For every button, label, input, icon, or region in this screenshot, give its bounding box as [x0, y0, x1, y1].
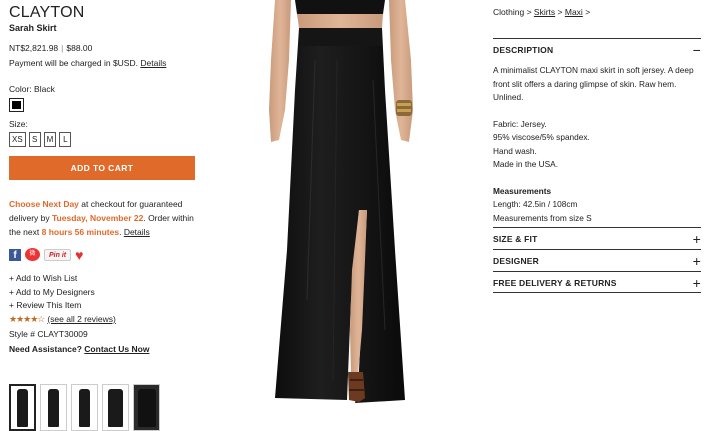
size-option-l[interactable]: L — [59, 132, 72, 147]
breadcrumb-separator: > — [526, 7, 532, 17]
product-image[interactable] — [255, 0, 425, 409]
style-number: Style # CLAYT30009 — [9, 328, 88, 339]
add-to-cart-button[interactable]: ADD TO CART — [9, 156, 195, 180]
heart-icon[interactable]: ♥ — [75, 248, 83, 262]
color-label: Color: Black — [9, 84, 55, 94]
description-header[interactable]: DESCRIPTION − — [493, 39, 701, 60]
thumbnail-4[interactable] — [102, 384, 129, 431]
swatch-fill — [12, 101, 21, 109]
description-intro: A minimalist CLAYTON maxi skirt in soft … — [493, 65, 694, 102]
thumbnail-1[interactable] — [9, 384, 36, 431]
delivery-returns-title: FREE DELIVERY & RETURNS — [493, 277, 617, 288]
thumbnail-image — [137, 388, 156, 427]
facebook-icon[interactable]: f — [9, 248, 21, 261]
review-item-link[interactable]: + Review This Item — [9, 299, 199, 313]
thumbnail-5[interactable] — [133, 384, 160, 431]
product-details-panel: Clothing > Skirts > Maxi > DESCRIPTION −… — [493, 7, 701, 293]
size-options: XS S M L — [9, 132, 199, 147]
shipping-details-link[interactable]: Details — [124, 227, 150, 237]
thumbnail-image — [48, 388, 59, 427]
expand-icon[interactable]: + — [693, 276, 701, 290]
assistance-line: Need Assistance? Contact Us Now — [9, 344, 199, 354]
care-line: Hand wash. — [493, 145, 537, 156]
currency-details-link[interactable]: Details — [140, 58, 166, 68]
assistance-label: Need Assistance? — [9, 343, 82, 354]
expand-icon[interactable]: + — [693, 254, 701, 268]
description-body: A minimalist CLAYTON maxi skirt in soft … — [493, 60, 701, 227]
product-info-panel: CLAYTON Sarah Skirt NT$2,821.98 | $88.00 P… — [9, 4, 199, 354]
thumbnail-image — [79, 388, 90, 427]
star-rating-icon: ★★★★☆ — [9, 313, 45, 324]
contact-us-link[interactable]: Contact Us Now — [84, 344, 149, 354]
thumbnail-3[interactable] — [71, 384, 98, 431]
measurements-size-line: Measurements from size S — [493, 212, 592, 223]
price-usd: $88.00 — [66, 43, 93, 53]
pinterest-icon[interactable]: Pin it — [44, 248, 72, 261]
thumbnail-image — [108, 388, 123, 427]
size-label: Size: — [9, 119, 28, 129]
add-to-my-designers-link[interactable]: + Add to My Designers — [9, 286, 199, 300]
currency-note-text: Payment will be charged in $USD. — [9, 58, 138, 68]
currency-note: Payment will be charged in $USD. Details — [9, 58, 199, 68]
breadcrumb: Clothing > Skirts > Maxi > — [493, 7, 701, 17]
size-fit-section[interactable]: SIZE & FIT + — [493, 227, 701, 249]
breadcrumb-trail: > — [585, 7, 591, 17]
product-name: Sarah Skirt — [9, 23, 57, 33]
weibo-icon[interactable]: 微 — [25, 248, 40, 261]
designer-section[interactable]: DESIGNER + — [493, 249, 701, 271]
size-option-s[interactable]: S — [28, 132, 41, 147]
brand-name[interactable]: CLAYTON — [9, 4, 199, 22]
add-to-wish-list-link[interactable]: + Add to Wish List — [9, 272, 199, 286]
shipping-promo: Choose Next Day — [9, 199, 79, 209]
size-option-xs[interactable]: XS — [9, 132, 26, 147]
breadcrumb-maxi[interactable]: Maxi — [565, 7, 583, 17]
size-fit-title: SIZE & FIT — [493, 233, 538, 244]
collapse-icon[interactable]: − — [693, 43, 701, 57]
price-line: NT$2,821.98 | $88.00 — [9, 43, 199, 53]
model-illustration — [269, 0, 413, 403]
origin-line: Made in the USA. — [493, 159, 559, 169]
action-links: + Add to Wish List + Add to My Designers… — [9, 272, 199, 313]
color-swatch-black[interactable] — [9, 98, 24, 112]
designer-title: DESIGNER — [493, 255, 539, 266]
breadcrumb-clothing[interactable]: Clothing — [493, 7, 524, 17]
thumbnail-strip — [9, 384, 160, 431]
size-option-m[interactable]: M — [43, 132, 57, 147]
breadcrumb-skirts[interactable]: Skirts — [534, 7, 555, 17]
measurements-title: Measurements — [493, 185, 552, 196]
fabric-line: Fabric: Jersey. — [493, 118, 547, 129]
thumbnail-image — [17, 388, 28, 427]
delivery-date: Tuesday, November 22 — [52, 213, 144, 223]
shipping-info: Choose Next Day at checkout for guarante… — [9, 197, 199, 239]
description-title: DESCRIPTION — [493, 44, 554, 55]
delivery-returns-section[interactable]: FREE DELIVERY & RETURNS + — [493, 271, 701, 293]
breadcrumb-separator: > — [557, 7, 563, 17]
order-countdown: 8 hours 56 minutes — [41, 227, 120, 237]
see-reviews-link[interactable]: (see all 2 reviews) — [47, 314, 116, 324]
social-share-bar: f 微 Pin it ♥ — [9, 248, 199, 262]
composition-line: 95% viscose/5% spandex. — [493, 132, 590, 142]
accordion: DESCRIPTION − A minimalist CLAYTON maxi … — [493, 38, 701, 293]
rating-row: ★★★★☆ (see all 2 reviews) — [9, 314, 199, 325]
thumbnail-2[interactable] — [40, 384, 67, 431]
expand-icon[interactable]: + — [693, 232, 701, 246]
price-local: NT$2,821.98 — [9, 43, 59, 53]
length-line: Length: 42.5in / 108cm — [493, 199, 578, 209]
